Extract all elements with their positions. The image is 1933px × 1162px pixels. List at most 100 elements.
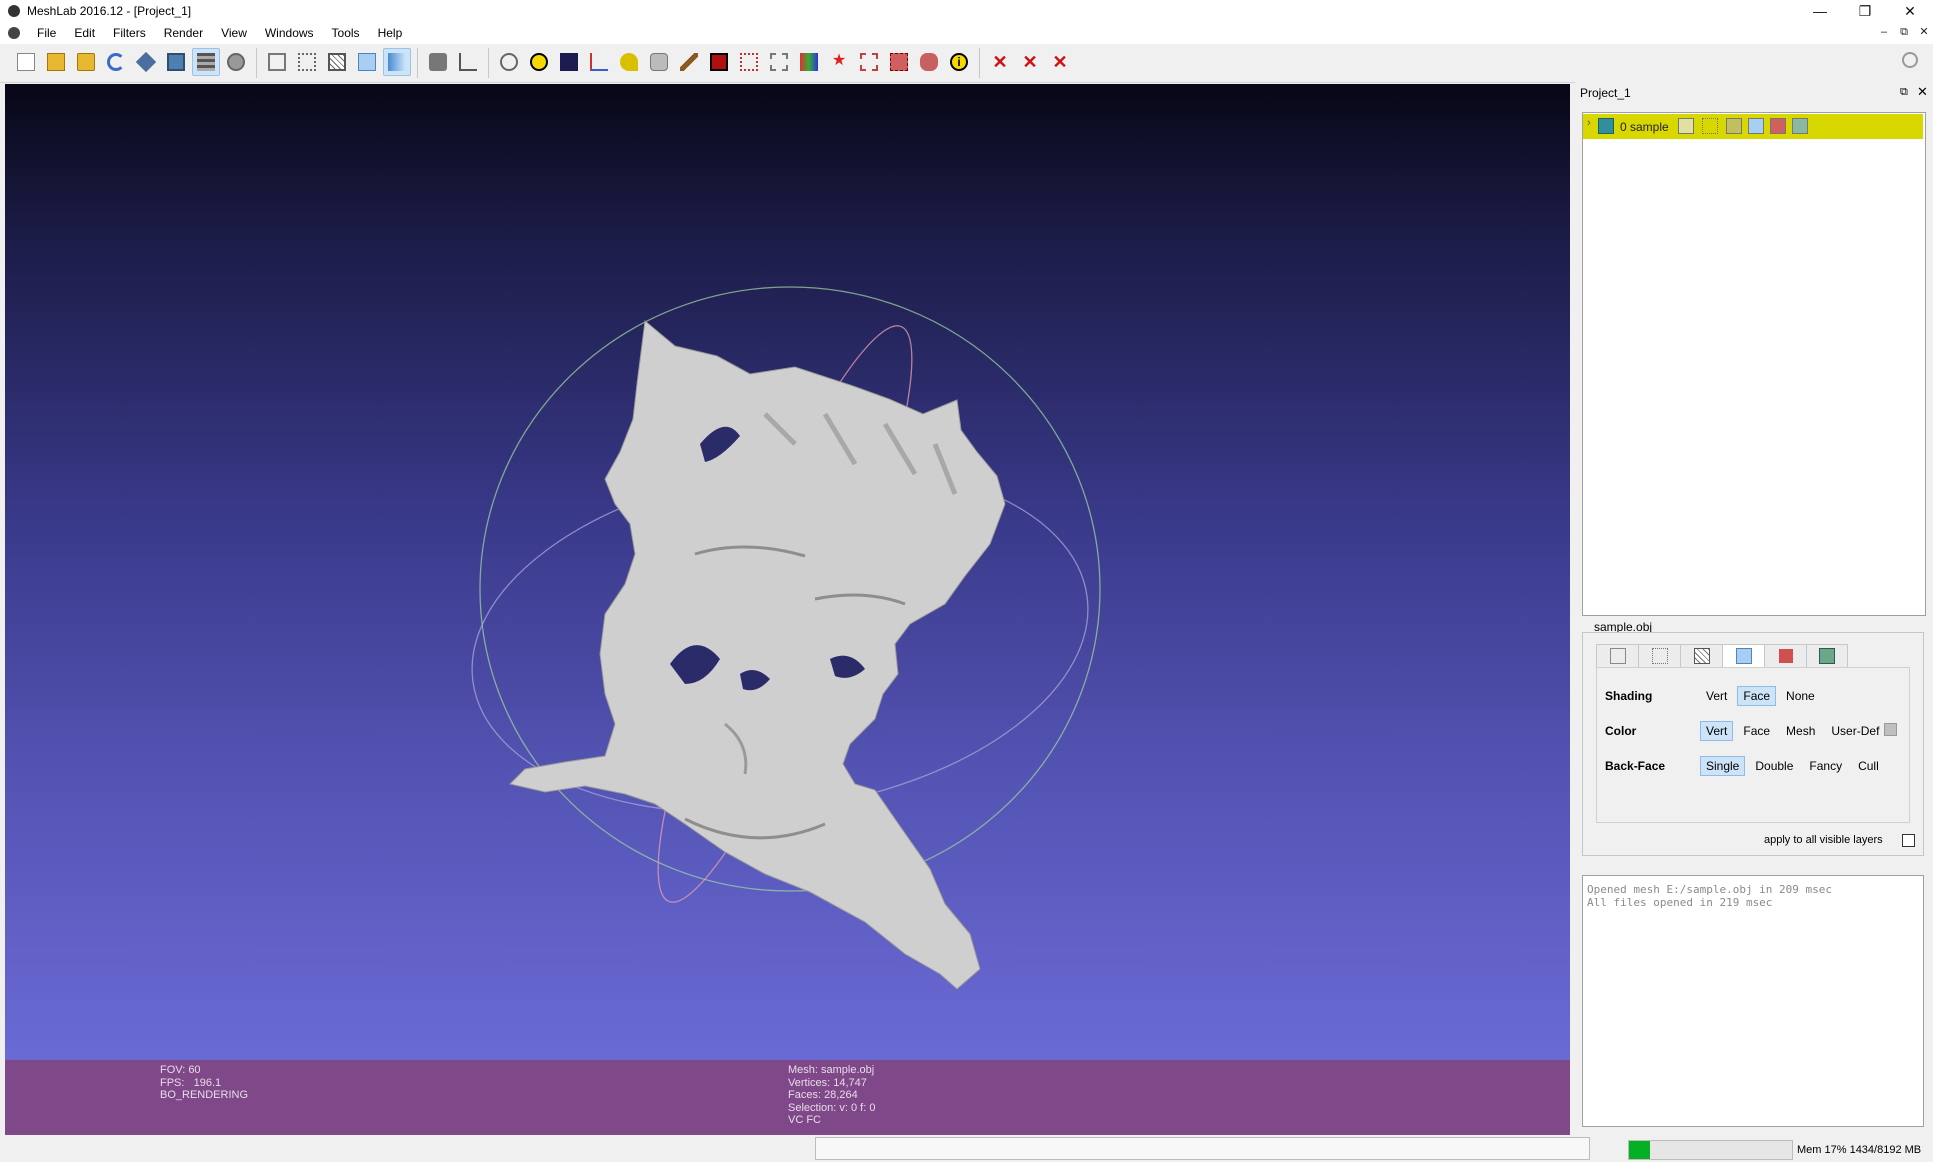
menu-windows[interactable]: Windows [256,22,323,44]
raster-icon [227,53,245,71]
pickpoints-button[interactable] [705,48,733,76]
align2-button[interactable] [765,48,793,76]
search-icon[interactable] [1902,52,1918,68]
import-mesh-button[interactable] [72,48,100,76]
tab-bbox[interactable] [1596,644,1638,668]
layer-expander[interactable]: › [1587,117,1591,129]
menu-edit[interactable]: Edit [65,22,104,44]
menu-render[interactable]: Render [155,22,212,44]
hud-left-info: FOV: 60 FPS: 196.1 BO_RENDERING [160,1064,248,1102]
color-mesh-option[interactable]: Mesh [1780,721,1821,741]
apply-all-layers-label: apply to all visible layers [1764,834,1883,846]
menu-view[interactable]: View [212,22,256,44]
new-project-button[interactable] [12,48,40,76]
title-bar [0,0,1933,22]
shading-none-option[interactable]: None [1780,686,1821,706]
hud-fov: FOV: 60 [160,1064,201,1076]
document-icon [8,27,20,39]
backface-fancy-option[interactable]: Fancy [1803,756,1848,776]
mdi-minimize-button[interactable]: – [1876,24,1892,40]
trackball-button[interactable] [495,48,523,76]
userdef-color-swatch[interactable] [1884,723,1897,736]
backface-single-option[interactable]: Single [1700,756,1746,776]
snapshot-button[interactable] [162,48,190,76]
color-vert-option[interactable]: Vert [1700,721,1734,741]
delete-all-button[interactable]: ✕ [1046,48,1074,76]
layer-name: 0 sample [1620,120,1669,134]
open-project-button[interactable] [42,48,70,76]
new-file-icon [17,53,35,71]
tab-wire[interactable] [1680,644,1722,668]
select-connected-button[interactable] [915,48,943,76]
export-mesh-button[interactable] [132,48,160,76]
layer-visibility-icon[interactable] [1598,118,1614,134]
select-face-button[interactable] [885,48,913,76]
bbox-icon [268,53,286,71]
wireframe-button[interactable] [323,48,351,76]
info-button[interactable]: i [945,48,973,76]
axis-button[interactable] [454,48,482,76]
menu-tools[interactable]: Tools [323,22,369,44]
paint-select-button[interactable] [615,48,643,76]
menu-filters[interactable]: Filters [104,22,155,44]
show-raster-button[interactable] [222,48,250,76]
layer-texture-icon[interactable] [1770,118,1786,134]
tab-points[interactable] [1638,644,1680,668]
tab-texture[interactable] [1764,644,1806,668]
texture-button[interactable] [795,48,823,76]
backface-cull-option[interactable]: Cull [1852,756,1885,776]
layer-tree[interactable] [1582,112,1926,616]
reload-button[interactable] [102,48,130,76]
axes-button[interactable] [585,48,613,76]
paint-bucket-icon [620,53,638,71]
points-icon [1651,648,1668,664]
georef-button[interactable]: ★ [825,48,853,76]
annotate-button[interactable] [525,48,553,76]
layer-wire-icon[interactable] [1726,118,1742,134]
delete-vertices-button[interactable]: ✕ [986,48,1014,76]
bbox-button[interactable] [263,48,291,76]
layer-points-icon[interactable] [1702,118,1718,134]
dock-float-button[interactable]: ⧉ [1900,86,1908,99]
tab-fill[interactable] [1722,644,1764,668]
light-button[interactable] [424,48,452,76]
show-layers-button[interactable] [192,48,220,76]
hud-mesh-info: Mesh: sample.obj Vertices: 14,747 Faces:… [788,1064,875,1127]
apply-all-layers-checkbox[interactable] [1902,834,1915,847]
flat-lines-button[interactable] [353,48,381,76]
align-button[interactable] [735,48,763,76]
close-button[interactable]: ✕ [1888,0,1932,22]
log-panel[interactable]: Opened mesh E:/sample.obj in 209 msec Al… [1582,875,1924,1127]
measure-button[interactable] [645,48,673,76]
menu-help[interactable]: Help [369,22,412,44]
3d-viewport[interactable] [5,84,1570,1135]
mdi-close-button[interactable]: ✕ [1916,24,1932,40]
save-icon [135,51,157,73]
backface-double-option[interactable]: Double [1749,756,1799,776]
layer-bbox-icon[interactable] [1678,118,1694,134]
color-face-option[interactable]: Face [1737,721,1776,741]
dock-close-button[interactable]: ✕ [1917,84,1928,100]
toolbar-separator [979,48,980,78]
import-folder-icon [77,53,95,71]
points-button[interactable] [293,48,321,76]
shading-face-option[interactable]: Face [1737,686,1777,706]
shader-button[interactable] [555,48,583,76]
menu-file[interactable]: File [28,22,65,44]
info-icon: i [950,53,968,71]
restore-button[interactable]: ❐ [1843,0,1887,22]
layer-fill-icon[interactable] [1748,118,1764,134]
viewport-info-band: FOV: 60 FPS: 196.1 BO_RENDERING Mesh: sa… [5,1060,1570,1135]
minimize-button[interactable]: — [1798,0,1842,22]
select-vertex-button[interactable] [855,48,883,76]
delete-faces-button[interactable]: ✕ [1016,48,1044,76]
mdi-restore-button[interactable]: ⧉ [1896,24,1912,40]
brush-button[interactable] [675,48,703,76]
color-options: Vert Face Mesh User-Def [1700,721,1885,741]
layer-mesh-icon[interactable] [1792,118,1808,134]
toolbar-separator [488,48,489,78]
tab-mesh[interactable] [1806,644,1848,668]
shading-vert-option[interactable]: Vert [1700,686,1733,706]
color-userdef-option[interactable]: User-Def [1825,721,1885,741]
flat-button[interactable] [383,48,411,76]
